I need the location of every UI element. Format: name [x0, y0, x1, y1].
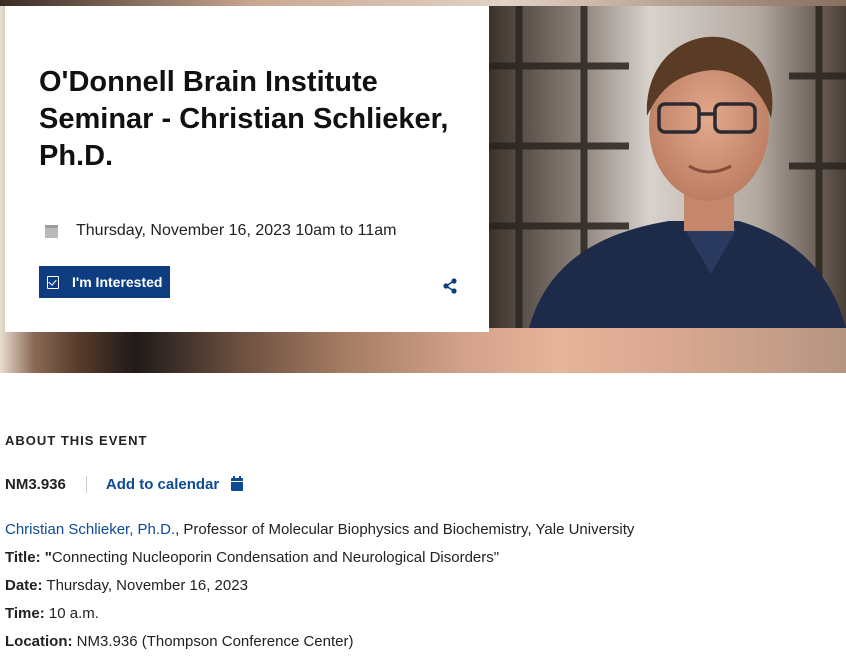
time-label: Time: — [5, 605, 45, 622]
talk-title-line: Title: "Connecting Nucleoporin Condensat… — [5, 548, 634, 576]
calendar-icon — [45, 224, 58, 238]
share-icon[interactable] — [443, 278, 457, 294]
location-line: Location: NM3.936 (Thompson Conference C… — [5, 632, 634, 660]
location-label: Location: — [5, 633, 73, 650]
speaker-line: Christian Schlieker, Ph.D., Professor of… — [5, 520, 634, 548]
date-value: Thursday, November 16, 2023 — [42, 577, 248, 594]
date-label: Date: — [5, 577, 43, 594]
interested-button[interactable]: I'm Interested — [39, 266, 170, 298]
event-card: O'Donnell Brain Institute Seminar - Chri… — [5, 6, 489, 332]
event-meta-row: NM3.936 Add to calendar — [5, 474, 244, 494]
time-line: Time: 10 a.m. — [5, 604, 634, 632]
add-calendar-icon — [231, 475, 244, 491]
date-line: Date: Thursday, November 16, 2023 — [5, 576, 634, 604]
interested-button-label: I'm Interested — [72, 274, 163, 290]
event-datetime: Thursday, November 16, 2023 10am to 11am — [45, 220, 396, 242]
speaker-portrait — [489, 6, 846, 328]
meta-divider — [85, 475, 87, 493]
add-to-calendar-link[interactable]: Add to calendar — [105, 475, 244, 493]
add-to-calendar-label: Add to calendar — [105, 475, 220, 493]
speaker-link[interactable]: Christian Schlieker, Ph.D. — [5, 521, 175, 538]
time-value: 10 a.m. — [44, 605, 99, 622]
title-label: Title: " — [5, 549, 52, 566]
event-title: O'Donnell Brain Institute Seminar - Chri… — [39, 66, 449, 172]
hero-banner: O'Donnell Brain Institute Seminar - Chri… — [0, 0, 846, 373]
room-number: NM3.936 — [5, 475, 66, 493]
about-heading: ABOUT THIS EVENT — [5, 433, 148, 448]
event-datetime-text: Thursday, November 16, 2023 10am to 11am — [76, 222, 397, 239]
event-details: Christian Schlieker, Ph.D., Professor of… — [5, 520, 634, 660]
checkbox-calendar-icon — [47, 275, 59, 289]
speaker-affiliation: , Professor of Molecular Biophysics and … — [175, 521, 635, 538]
location-value: NM3.936 (Thompson Conference Center) — [72, 633, 354, 650]
talk-title: Connecting Nucleoporin Condensation and … — [51, 549, 500, 566]
